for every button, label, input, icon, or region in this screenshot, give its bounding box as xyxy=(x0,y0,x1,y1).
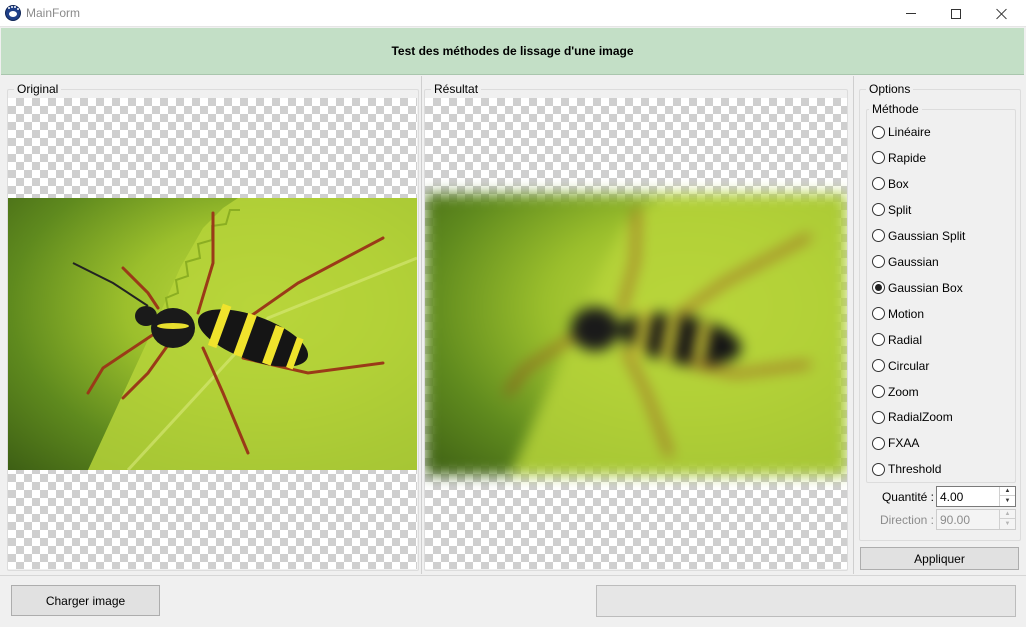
method-option-label: Threshold xyxy=(888,462,942,477)
method-option-label: Gaussian xyxy=(888,254,939,269)
beetle-image xyxy=(72,211,385,455)
method-option-label: Split xyxy=(888,202,912,217)
method-option-label: Circular xyxy=(888,358,930,373)
method-radio[interactable] xyxy=(872,151,885,165)
options-label: Options xyxy=(866,82,914,96)
method-option[interactable]: Gaussian xyxy=(872,254,939,270)
load-image-label: Charger image xyxy=(45,593,126,608)
method-option[interactable]: Rapide xyxy=(872,150,926,166)
header-banner: Test des méthodes de lissage d'une image xyxy=(1,28,1024,75)
quantity-label: Quantité : xyxy=(881,490,934,504)
chevron-down-icon[interactable]: ▼ xyxy=(1000,519,1015,528)
method-radio[interactable] xyxy=(872,436,885,450)
title-bar: MainForm xyxy=(0,0,1026,27)
method-option-label: Rapide xyxy=(888,150,927,165)
progress-bar xyxy=(596,585,1016,617)
method-option-label: Linéaire xyxy=(888,125,931,139)
method-option[interactable]: Split xyxy=(872,202,911,218)
method-radio[interactable] xyxy=(872,177,885,191)
maximize-icon xyxy=(951,8,961,19)
method-option-label: Zoom xyxy=(888,384,919,399)
minimize-icon xyxy=(906,13,916,14)
direction-arrows: ▲ ▼ xyxy=(999,510,1015,529)
direction-value: 90.00 xyxy=(940,513,971,527)
method-option[interactable]: Motion xyxy=(872,306,924,322)
chevron-up-icon[interactable]: ▲ xyxy=(1000,510,1015,519)
method-option-label: Radial xyxy=(888,332,923,347)
method-option[interactable]: Gaussian Box xyxy=(872,280,963,296)
method-option[interactable]: FXAA xyxy=(872,435,919,451)
banner-title: Test des méthodes de lissage d'une image xyxy=(391,44,634,58)
method-radio[interactable] xyxy=(872,229,885,243)
method-radio[interactable] xyxy=(872,385,885,398)
method-radio[interactable] xyxy=(872,462,885,476)
method-radio[interactable] xyxy=(872,307,885,321)
method-option-label: Motion xyxy=(888,306,925,321)
minimize-button[interactable] xyxy=(888,0,934,27)
apply-button[interactable]: Appliquer xyxy=(860,547,1019,570)
beetle-image-blurred xyxy=(505,208,811,457)
method-option-label: Gaussian Split xyxy=(888,228,966,243)
method-radio[interactable] xyxy=(872,359,885,373)
original-image xyxy=(8,198,417,470)
method-radio[interactable] xyxy=(872,333,885,347)
panel-divider xyxy=(421,76,422,574)
result-canvas xyxy=(425,98,847,569)
original-label: Original xyxy=(14,82,62,96)
method-radio[interactable] xyxy=(872,125,885,139)
result-label: Résultat xyxy=(431,82,482,96)
method-option[interactable]: Box xyxy=(872,176,909,192)
quantity-arrows: ▲ ▼ xyxy=(999,487,1015,506)
direction-label: Direction : xyxy=(879,513,934,527)
method-option[interactable]: Linéaire xyxy=(872,124,931,140)
quantity-value: 4.00 xyxy=(940,490,964,504)
method-option[interactable]: Circular xyxy=(872,358,929,374)
chevron-up-icon[interactable]: ▲ xyxy=(1000,487,1015,496)
method-option[interactable]: RadialZoom xyxy=(872,409,953,425)
method-option-label: FXAA xyxy=(888,436,920,451)
apply-button-label: Appliquer xyxy=(914,551,965,566)
paw-icon xyxy=(5,5,21,21)
close-icon xyxy=(996,8,1008,20)
method-option[interactable]: Threshold xyxy=(872,461,941,477)
method-radio[interactable] xyxy=(872,203,885,217)
options-divider xyxy=(853,76,854,574)
method-option-label: Box xyxy=(888,176,909,191)
load-image-button[interactable]: Charger image xyxy=(11,585,160,616)
quantity-stepper[interactable]: 4.00 ▲ ▼ xyxy=(936,486,1016,507)
close-button[interactable] xyxy=(979,0,1025,27)
chevron-down-icon[interactable]: ▼ xyxy=(1000,496,1015,505)
maximize-button[interactable] xyxy=(933,0,979,27)
method-radio[interactable] xyxy=(872,410,885,424)
result-image xyxy=(425,194,847,475)
method-radio[interactable] xyxy=(872,255,885,269)
method-option-label: RadialZoom xyxy=(888,410,953,425)
method-radio[interactable] xyxy=(872,281,885,295)
method-option-label: Gaussian Box xyxy=(888,280,963,295)
method-option[interactable]: Gaussian Split xyxy=(872,228,965,244)
method-label: Méthode xyxy=(869,102,922,116)
method-option[interactable]: Zoom xyxy=(872,384,919,400)
method-option[interactable]: Radial xyxy=(872,332,922,348)
window-title: MainForm xyxy=(26,6,81,20)
direction-stepper[interactable]: 90.00 ▲ ▼ xyxy=(936,509,1016,530)
original-canvas xyxy=(8,98,417,569)
